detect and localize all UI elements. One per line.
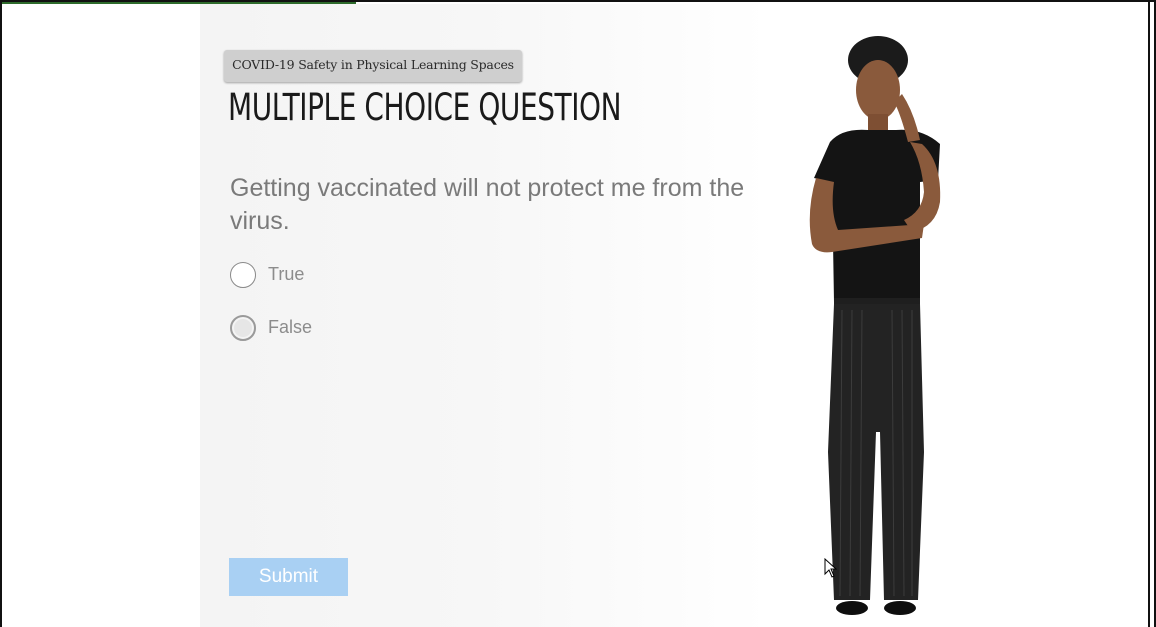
course-title-tag: COVID-19 Safety in Physical Learning Spa… [224,50,522,82]
thinking-woman-image [809,36,941,615]
frame-right-border [1148,2,1150,627]
window-frame: COVID-19 Safety in Physical Learning Spa… [0,0,1156,627]
choice-label: False [268,317,313,337]
question-type-heading: MULTIPLE CHOICE QUESTION [228,86,622,129]
choice-label: True [268,264,305,284]
mouse-pointer-icon [824,558,838,578]
radio-button[interactable] [230,315,256,341]
question-prompt: Getting vaccinated will not protect me f… [230,174,745,235]
submit-button[interactable]: Submit [229,558,348,596]
radio-button[interactable] [230,262,256,288]
